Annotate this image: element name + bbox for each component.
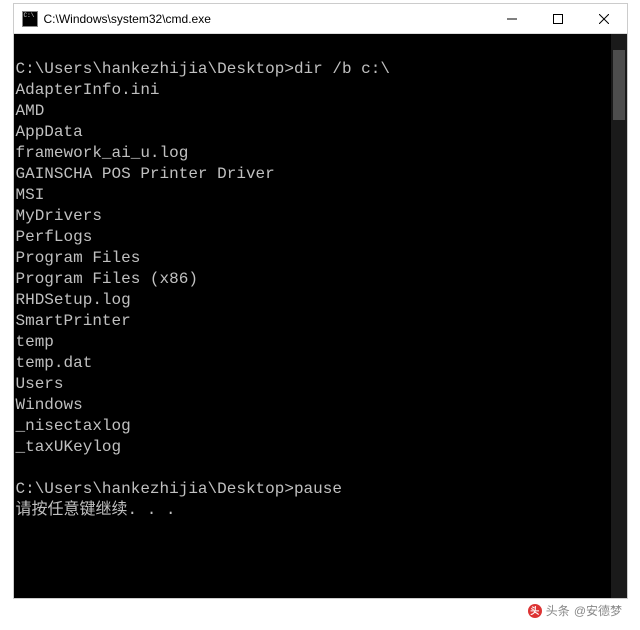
maximize-button[interactable]: [535, 4, 581, 33]
prompt-line: C:\Users\hankezhijia\Desktop>pause: [16, 479, 611, 500]
window-title: C:\Windows\system32\cmd.exe: [44, 12, 489, 26]
output-line: Windows: [16, 395, 611, 416]
output-line: AMD: [16, 101, 611, 122]
output-line: Program Files (x86): [16, 269, 611, 290]
watermark-author: @安德梦: [574, 602, 622, 619]
cmd-icon: [22, 11, 38, 27]
close-button[interactable]: [581, 4, 627, 33]
output-line: MSI: [16, 185, 611, 206]
watermark-prefix: 头条: [546, 602, 570, 619]
output-line: PerfLogs: [16, 227, 611, 248]
output-line: _taxUKeylog: [16, 437, 611, 458]
minimize-button[interactable]: [489, 4, 535, 33]
output-line: AppData: [16, 122, 611, 143]
output-line: framework_ai_u.log: [16, 143, 611, 164]
scrollbar-vertical[interactable]: [611, 34, 627, 598]
output-line: Users: [16, 374, 611, 395]
prompt-line: C:\Users\hankezhijia\Desktop>dir /b c:\: [16, 59, 611, 80]
output-line: Program Files: [16, 248, 611, 269]
blank-line: [16, 458, 611, 479]
watermark-icon: 头: [528, 604, 542, 618]
terminal-output[interactable]: C:\Users\hankezhijia\Desktop>dir /b c:\A…: [14, 34, 611, 598]
output-line: temp.dat: [16, 353, 611, 374]
scrollbar-thumb[interactable]: [613, 50, 625, 120]
terminal-area: C:\Users\hankezhijia\Desktop>dir /b c:\A…: [14, 34, 627, 598]
window-controls: [489, 4, 627, 33]
output-line: _nisectaxlog: [16, 416, 611, 437]
watermark: 头 头条 @安德梦: [528, 602, 622, 619]
titlebar[interactable]: C:\Windows\system32\cmd.exe: [14, 4, 627, 34]
output-line: AdapterInfo.ini: [16, 80, 611, 101]
prompt-line: [16, 38, 611, 59]
output-line: GAINSCHA POS Printer Driver: [16, 164, 611, 185]
output-line: SmartPrinter: [16, 311, 611, 332]
output-line: RHDSetup.log: [16, 290, 611, 311]
cmd-window: C:\Windows\system32\cmd.exe C:\Users\han…: [13, 3, 628, 599]
output-line: MyDrivers: [16, 206, 611, 227]
output-line: temp: [16, 332, 611, 353]
pause-line: 请按任意键继续. . .: [16, 500, 611, 521]
